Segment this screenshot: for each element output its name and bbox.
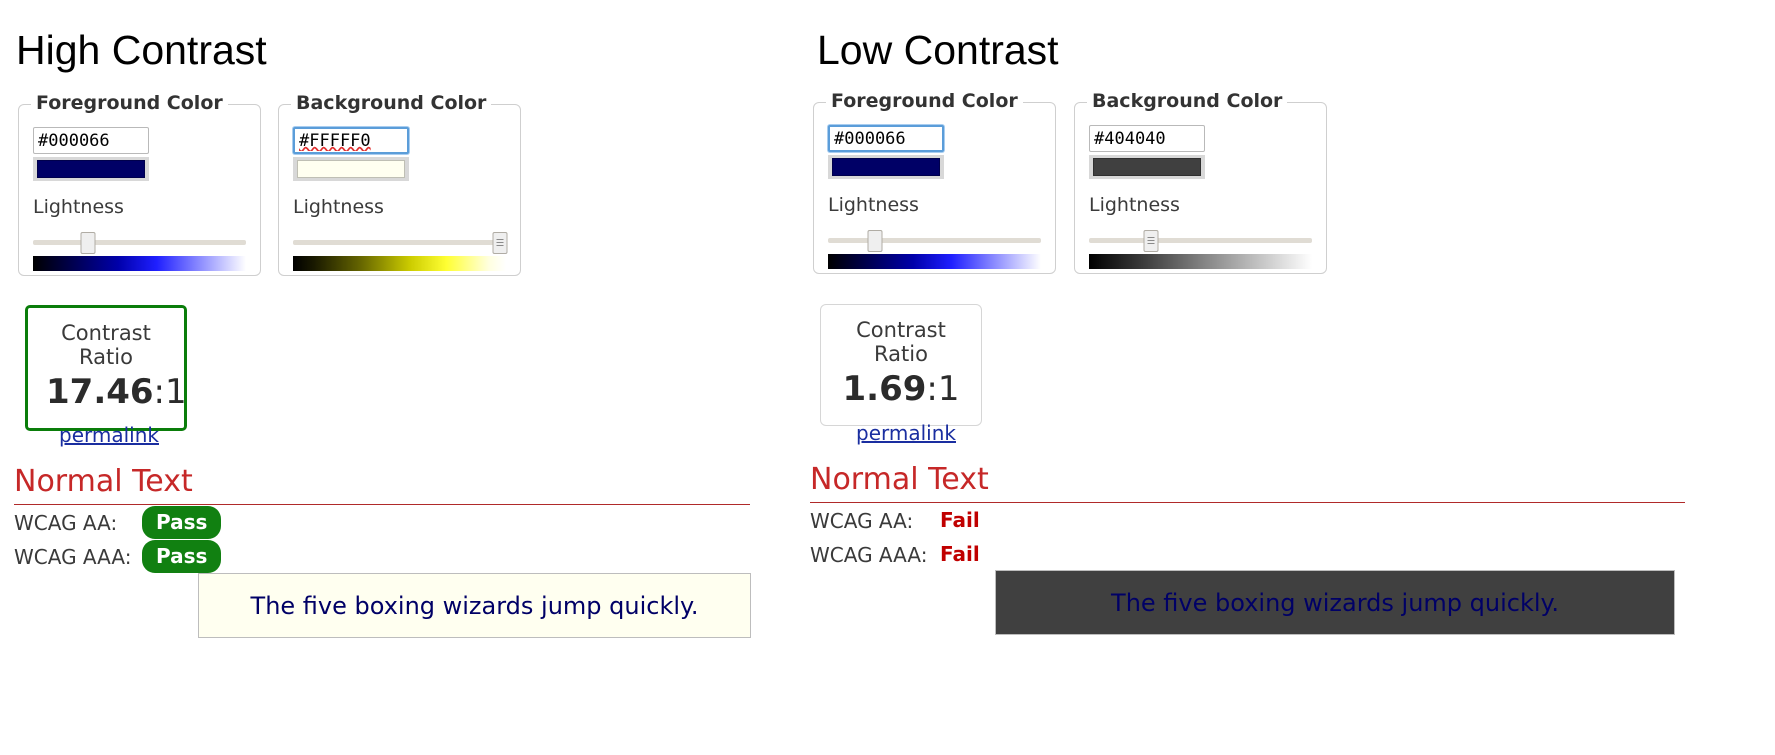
contrast-ratio-number-high: 17.46 [46, 372, 154, 413]
sample-text-low: The five boxing wizards jump quickly. [1111, 588, 1559, 617]
foreground-hex-input-high[interactable] [33, 127, 149, 154]
foreground-color-legend-low: Foreground Color [826, 90, 1023, 112]
foreground-gradient-bar-low [828, 253, 1041, 269]
status-badge-aa-low: Fail [940, 508, 980, 532]
result-row-aaa-high: WCAG AAA: Pass [14, 540, 750, 573]
page-title-low-contrast: Low Contrast [817, 27, 1059, 73]
foreground-color-legend-high: Foreground Color [31, 92, 228, 114]
background-color-swatch-high[interactable] [297, 160, 405, 178]
foreground-color-swatch-low[interactable] [832, 158, 940, 176]
contrast-ratio-value-high: 17.46:1 [46, 372, 187, 413]
sample-text-box-high: The five boxing wizards jump quickly. [198, 573, 751, 638]
result-label-aaa-high: WCAG AAA: [14, 544, 132, 569]
result-label-aa-low: WCAG AA: [810, 508, 914, 533]
slider-thumb[interactable] [80, 231, 96, 254]
slider-grip-icon [1147, 239, 1155, 241]
contrast-ratio-value-low: 1.69:1 [839, 370, 963, 409]
contrast-ratio-label-low: Contrast Ratio [856, 318, 946, 367]
foreground-swatch-wrap-low[interactable] [828, 155, 944, 179]
result-label-aaa-low: WCAG AAA: [810, 542, 928, 567]
sample-text-high: The five boxing wizards jump quickly. [250, 591, 699, 620]
permalink-low[interactable]: permalink [856, 421, 956, 445]
background-hex-input-low[interactable] [1089, 125, 1205, 152]
foreground-gradient-bar-high [33, 255, 246, 271]
foreground-swatch-wrap-high[interactable] [33, 157, 149, 181]
contrast-checker-page: High Contrast Foreground Color Lightness… [0, 0, 1775, 755]
foreground-color-swatch-high[interactable] [37, 160, 145, 178]
slider-track [33, 239, 246, 245]
result-label-aa-high: WCAG AA: [14, 510, 118, 535]
results-heading-high: Normal Text [14, 464, 193, 499]
results-block-high: Normal Text WCAG AA: Pass WCAG AAA: Pass [14, 464, 750, 573]
foreground-lightness-slider-high[interactable] [33, 231, 246, 254]
status-badge-aaa-high: Pass [142, 540, 222, 573]
background-swatch-wrap-high[interactable] [293, 157, 409, 181]
permalink-high[interactable]: permalink [59, 423, 159, 447]
results-block-low: Normal Text WCAG AA: Fail WCAG AAA: Fail [810, 462, 1685, 571]
results-heading-low: Normal Text [810, 462, 989, 497]
sample-text-box-low: The five boxing wizards jump quickly. [995, 570, 1675, 635]
background-lightness-label-low: Lightness [1089, 194, 1180, 216]
foreground-lightness-slider-low[interactable] [828, 229, 1041, 252]
contrast-ratio-card-low: Contrast Ratio 1.69:1 [820, 304, 982, 427]
contrast-ratio-card-high: Contrast Ratio 17.46:1 [25, 305, 187, 432]
result-row-aa-high: WCAG AA: Pass [14, 506, 750, 539]
contrast-ratio-label-high: Contrast Ratio [61, 321, 151, 370]
page-title-high-contrast: High Contrast [16, 27, 267, 73]
result-row-aa-low: WCAG AA: Fail [810, 505, 1685, 537]
background-color-fieldset-low: Background Color Lightness [1074, 90, 1327, 274]
slider-grip-icon [496, 241, 504, 243]
status-badge-aaa-low: Fail [940, 542, 980, 566]
background-gradient-bar-low [1089, 253, 1312, 269]
contrast-ratio-suffix-high: :1 [153, 372, 187, 413]
contrast-ratio-number-low: 1.69 [842, 369, 927, 410]
background-lightness-label-high: Lightness [293, 196, 384, 218]
background-color-legend-high: Background Color [291, 92, 492, 114]
foreground-lightness-label-high: Lightness [33, 196, 124, 218]
slider-track [1089, 237, 1312, 243]
slider-track [828, 237, 1041, 243]
result-row-aaa-low: WCAG AAA: Fail [810, 539, 1685, 571]
background-color-swatch-low[interactable] [1093, 158, 1201, 176]
background-lightness-slider-high[interactable] [293, 231, 508, 254]
background-hex-input-high[interactable] [293, 127, 409, 154]
background-swatch-wrap-low[interactable] [1089, 155, 1205, 179]
contrast-ratio-suffix-low: :1 [926, 369, 960, 410]
foreground-lightness-label-low: Lightness [828, 194, 919, 216]
results-divider [810, 501, 1685, 503]
slider-thumb[interactable] [867, 229, 883, 252]
slider-track [293, 239, 506, 245]
background-color-fieldset-high: Background Color Lightness [278, 92, 521, 276]
background-lightness-slider-low[interactable] [1089, 229, 1312, 252]
status-badge-aa-high: Pass [142, 506, 222, 539]
foreground-color-fieldset-low: Foreground Color Lightness [813, 90, 1056, 274]
background-color-legend-low: Background Color [1087, 90, 1288, 112]
background-gradient-bar-high [293, 255, 506, 271]
foreground-hex-input-low[interactable] [828, 125, 944, 152]
foreground-color-fieldset-high: Foreground Color Lightness [18, 92, 261, 276]
slider-thumb[interactable] [492, 231, 508, 254]
results-divider [14, 503, 750, 505]
slider-thumb[interactable] [1143, 229, 1159, 252]
